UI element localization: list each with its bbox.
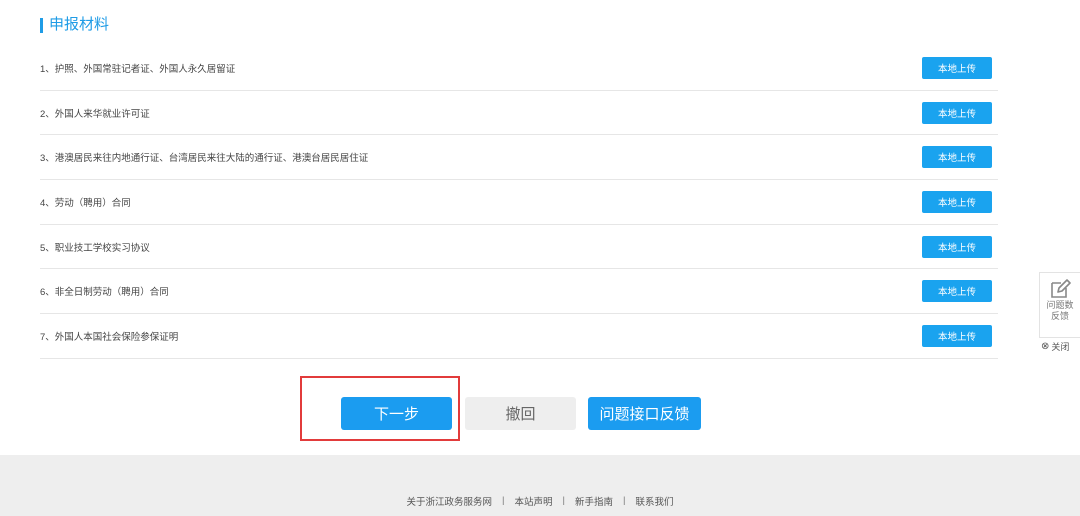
material-label: 3、港澳居民来往内地通行证、台湾居民来往大陆的通行证、港澳台居民居住证 [40,153,369,165]
material-row: 2、外国人来华就业许可证 本地上传 [40,91,998,136]
material-label: 5、职业技工学校实习协议 [40,242,150,254]
material-list: 1、护照、外国常驻记者证、外国人永久居留证 本地上传 2、外国人来华就业许可证 … [40,46,998,359]
material-label: 6、非全日制劳动（聘用）合同 [40,287,169,299]
local-upload-button[interactable]: 本地上传 [922,101,992,124]
local-upload-button[interactable]: 本地上传 [922,324,992,347]
float-close-button[interactable]: ⊗ 关闭 [1039,340,1080,353]
footer-separator: | [562,495,565,506]
material-label: 7、外国人本国社会保险参保证明 [40,331,179,343]
feedback-float-widget: 问题数 反馈 ⊗ 关闭 [1039,272,1080,364]
section-header: 申报材料 [40,16,109,34]
title-accent-bar [40,17,43,33]
float-text-line1: 问题数 [1046,300,1074,310]
footer: 关于浙江政务服务网 | 本站声明 | 新手指南 | 联系我们 [0,455,1080,516]
float-close-label: 关闭 [1051,342,1070,352]
footer-link-about[interactable]: 关于浙江政务服务网 [407,494,493,508]
revoke-button[interactable]: 撤回 [465,397,576,430]
material-row: 1、护照、外国常驻记者证、外国人永久居留证 本地上传 [40,46,998,91]
material-row: 7、外国人本国社会保险参保证明 本地上传 [40,314,998,359]
material-label: 1、护照、外国常驻记者证、外国人永久居留证 [40,63,236,75]
local-upload-button[interactable]: 本地上传 [922,235,992,258]
footer-link-contact[interactable]: 联系我们 [635,494,673,508]
material-row: 5、职业技工学校实习协议 本地上传 [40,225,998,270]
material-row: 6、非全日制劳动（聘用）合同 本地上传 [40,269,998,315]
footer-separator: | [623,495,626,506]
material-row: 3、港澳居民来往内地通行证、台湾居民来往大陆的通行证、港澳台居民居住证 本地上传 [40,135,998,181]
footer-link-guide[interactable]: 新手指南 [575,494,613,508]
section-title: 申报材料 [49,16,110,33]
material-label: 2、外国人来华就业许可证 [40,108,150,120]
next-step-button[interactable]: 下一步 [341,397,452,430]
footer-link-statement[interactable]: 本站声明 [515,494,553,508]
material-label: 4、劳动（聘用）合同 [40,197,131,209]
local-upload-button[interactable]: 本地上传 [922,56,992,79]
local-upload-button[interactable]: 本地上传 [922,190,992,213]
close-circle-icon: ⊗ [1041,341,1050,352]
float-text-line2: 反馈 [1050,311,1069,321]
feedback-float-card[interactable]: 问题数 反馈 [1039,272,1080,338]
local-upload-button[interactable]: 本地上传 [922,280,992,303]
footer-separator: | [502,495,505,506]
edit-icon [1049,278,1071,300]
action-bar: 下一步 撤回 问题接口反馈 [0,376,1080,446]
local-upload-button[interactable]: 本地上传 [922,146,992,169]
interface-feedback-button[interactable]: 问题接口反馈 [588,397,701,430]
footer-links: 关于浙江政务服务网 | 本站声明 | 新手指南 | 联系我们 [407,464,674,508]
material-row: 4、劳动（聘用）合同 本地上传 [40,180,998,225]
